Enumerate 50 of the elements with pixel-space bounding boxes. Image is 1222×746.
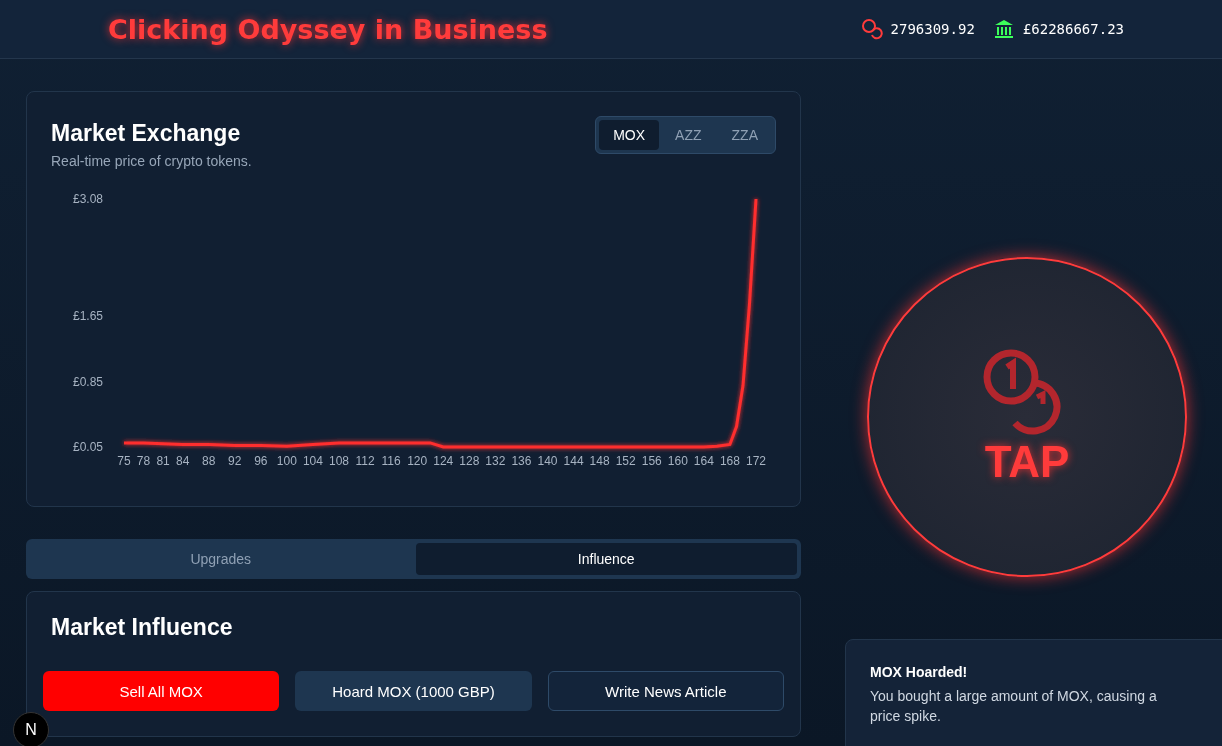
x-tick-label: 136	[511, 454, 532, 468]
toast-message: You bought a large amount of MOX, causing a price spike.	[870, 687, 1158, 727]
token-tab[interactable]: MOX	[599, 120, 660, 150]
y-tick-label: £0.05	[72, 440, 103, 454]
token-balance: 2796309.92	[890, 21, 975, 37]
x-tick-label: 88	[202, 454, 216, 468]
x-tick-label: 78	[136, 454, 151, 468]
x-tick-label: 164	[693, 454, 714, 468]
x-tick-label: 81	[156, 454, 170, 468]
x-tick-label: 96	[254, 454, 268, 468]
x-tick-label: 108	[329, 454, 350, 468]
x-tick-label: 116	[381, 454, 401, 468]
x-tick-label: 168	[719, 454, 740, 468]
x-tick-label: 140	[537, 454, 558, 468]
tap-button[interactable]: TAP	[867, 257, 1187, 577]
action-button[interactable]: Write News Article	[547, 671, 784, 711]
toast-title: MOX Hoarded!	[870, 664, 969, 680]
market-title: Market Exchange	[51, 120, 242, 147]
x-tick-label: 92	[228, 454, 242, 468]
dev-badge[interactable]: N	[13, 712, 49, 746]
x-tick-label: 104	[302, 454, 323, 468]
coins-icon	[860, 18, 883, 40]
x-tick-label: 124	[433, 454, 454, 468]
x-tick-label: 112	[355, 454, 375, 468]
bank-icon	[992, 18, 1015, 40]
x-tick-label: 160	[667, 454, 688, 468]
x-tick-label: 128	[459, 454, 480, 468]
x-tick-label: 144	[563, 454, 584, 468]
x-tick-label: 156	[641, 454, 662, 468]
section-tab[interactable]: Influence	[415, 543, 797, 575]
y-tick-label: £3.08	[72, 192, 103, 206]
influence-title: Market Influence	[51, 614, 234, 641]
bank-balance: £62286667.23	[1022, 21, 1124, 37]
game-title: Clicking Odyssey in Business	[108, 13, 548, 45]
x-tick-label: 120	[407, 454, 428, 468]
x-tick-label: 84	[175, 454, 190, 468]
token-tab[interactable]: AZZ	[661, 120, 716, 150]
x-tick-label: 152	[615, 454, 636, 468]
y-tick-label: £1.65	[72, 309, 103, 324]
token-tab[interactable]: ZZA	[717, 120, 772, 150]
section-tab[interactable]: Upgrades	[30, 543, 412, 575]
action-button[interactable]: Sell All MOX	[43, 671, 280, 711]
x-tick-label: 172	[746, 454, 766, 468]
x-tick-label: 100	[276, 454, 297, 468]
x-tick-label: 148	[589, 454, 610, 468]
x-tick-label: 132	[485, 454, 506, 468]
y-tick-label: £0.85	[72, 374, 103, 389]
market-subtitle: Real-time price of crypto tokens.	[51, 153, 252, 169]
action-button[interactable]: Hoard MOX (1000 GBP)	[295, 671, 532, 711]
x-tick-label: 75	[117, 454, 131, 468]
